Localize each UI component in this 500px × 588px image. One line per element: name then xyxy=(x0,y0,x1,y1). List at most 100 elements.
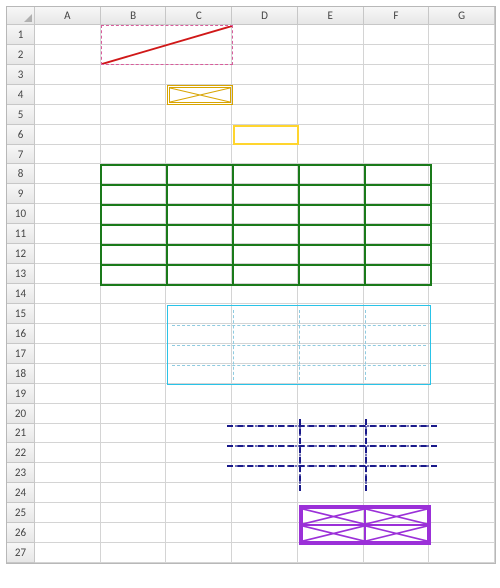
cell-B17[interactable] xyxy=(101,344,167,364)
cell-B21[interactable] xyxy=(101,424,167,444)
row-header-18[interactable]: 18 xyxy=(7,364,35,384)
cell-E22[interactable] xyxy=(298,443,364,463)
cell-C17[interactable] xyxy=(166,344,232,364)
cell-C25[interactable] xyxy=(166,503,232,523)
cell-C11[interactable] xyxy=(166,224,232,244)
cell-B22[interactable] xyxy=(101,443,167,463)
cell-C24[interactable] xyxy=(166,483,232,503)
cell-F17[interactable] xyxy=(364,344,430,364)
cell-C12[interactable] xyxy=(166,244,232,264)
row-header-26[interactable]: 26 xyxy=(7,523,35,543)
cell-D17[interactable] xyxy=(232,344,298,364)
cell-G1[interactable] xyxy=(429,25,495,45)
cell-G18[interactable] xyxy=(429,364,495,384)
cell-E13[interactable] xyxy=(298,264,364,284)
cell-D7[interactable] xyxy=(232,145,298,165)
cell-F5[interactable] xyxy=(364,105,430,125)
row-header-27[interactable]: 27 xyxy=(7,543,35,563)
cell-A2[interactable] xyxy=(35,45,101,65)
cell-F3[interactable] xyxy=(364,65,430,85)
col-header-B[interactable]: B xyxy=(101,7,167,25)
cell-G13[interactable] xyxy=(429,264,495,284)
cell-G26[interactable] xyxy=(429,523,495,543)
cell-B5[interactable] xyxy=(101,105,167,125)
cell-E5[interactable] xyxy=(298,105,364,125)
cell-F24[interactable] xyxy=(364,483,430,503)
cell-E25[interactable] xyxy=(298,503,364,523)
cell-D21[interactable] xyxy=(232,424,298,444)
row-header-7[interactable]: 7 xyxy=(7,145,35,165)
cell-B19[interactable] xyxy=(101,384,167,404)
col-header-A[interactable]: A xyxy=(35,7,101,25)
cell-A13[interactable] xyxy=(35,264,101,284)
cell-A26[interactable] xyxy=(35,523,101,543)
cell-B1[interactable] xyxy=(101,25,167,45)
cell-E3[interactable] xyxy=(298,65,364,85)
cell-F19[interactable] xyxy=(364,384,430,404)
cell-F27[interactable] xyxy=(364,543,430,563)
cell-A15[interactable] xyxy=(35,304,101,324)
cell-G17[interactable] xyxy=(429,344,495,364)
cell-D10[interactable] xyxy=(232,204,298,224)
cell-B14[interactable] xyxy=(101,284,167,304)
cell-E27[interactable] xyxy=(298,543,364,563)
cell-E6[interactable] xyxy=(298,125,364,145)
cell-D24[interactable] xyxy=(232,483,298,503)
row-header-2[interactable]: 2 xyxy=(7,45,35,65)
cell-F25[interactable] xyxy=(364,503,430,523)
cell-G8[interactable] xyxy=(429,164,495,184)
cell-B25[interactable] xyxy=(101,503,167,523)
cell-B8[interactable] xyxy=(101,164,167,184)
cell-E1[interactable] xyxy=(298,25,364,45)
cell-A18[interactable] xyxy=(35,364,101,384)
cell-F20[interactable] xyxy=(364,404,430,424)
cell-D3[interactable] xyxy=(232,65,298,85)
cell-A5[interactable] xyxy=(35,105,101,125)
cell-F10[interactable] xyxy=(364,204,430,224)
cell-C10[interactable] xyxy=(166,204,232,224)
cell-D20[interactable] xyxy=(232,404,298,424)
cell-A8[interactable] xyxy=(35,164,101,184)
cell-A6[interactable] xyxy=(35,125,101,145)
cell-G9[interactable] xyxy=(429,184,495,204)
cell-E4[interactable] xyxy=(298,85,364,105)
cell-A20[interactable] xyxy=(35,404,101,424)
cell-C27[interactable] xyxy=(166,543,232,563)
cell-C1[interactable] xyxy=(166,25,232,45)
cell-F11[interactable] xyxy=(364,224,430,244)
cell-G15[interactable] xyxy=(429,304,495,324)
cell-C8[interactable] xyxy=(166,164,232,184)
row-header-25[interactable]: 25 xyxy=(7,503,35,523)
row-header-3[interactable]: 3 xyxy=(7,65,35,85)
cell-E2[interactable] xyxy=(298,45,364,65)
cell-E14[interactable] xyxy=(298,284,364,304)
cell-B23[interactable] xyxy=(101,463,167,483)
cell-F22[interactable] xyxy=(364,443,430,463)
cell-D8[interactable] xyxy=(232,164,298,184)
cell-G6[interactable] xyxy=(429,125,495,145)
row-header-20[interactable]: 20 xyxy=(7,404,35,424)
cell-B7[interactable] xyxy=(101,145,167,165)
row-header-9[interactable]: 9 xyxy=(7,184,35,204)
cell-F18[interactable] xyxy=(364,364,430,384)
cell-C18[interactable] xyxy=(166,364,232,384)
cell-A11[interactable] xyxy=(35,224,101,244)
cell-C4[interactable] xyxy=(166,85,232,105)
cell-G22[interactable] xyxy=(429,443,495,463)
cell-B13[interactable] xyxy=(101,264,167,284)
col-header-F[interactable]: F xyxy=(364,7,430,25)
cell-E12[interactable] xyxy=(298,244,364,264)
cell-A7[interactable] xyxy=(35,145,101,165)
cell-F21[interactable] xyxy=(364,424,430,444)
cell-E7[interactable] xyxy=(298,145,364,165)
row-header-4[interactable]: 4 xyxy=(7,85,35,105)
cell-F13[interactable] xyxy=(364,264,430,284)
cell-A16[interactable] xyxy=(35,324,101,344)
cell-E23[interactable] xyxy=(298,463,364,483)
cell-G3[interactable] xyxy=(429,65,495,85)
cell-G27[interactable] xyxy=(429,543,495,563)
row-header-10[interactable]: 10 xyxy=(7,204,35,224)
cell-F14[interactable] xyxy=(364,284,430,304)
cell-D2[interactable] xyxy=(232,45,298,65)
cell-D22[interactable] xyxy=(232,443,298,463)
